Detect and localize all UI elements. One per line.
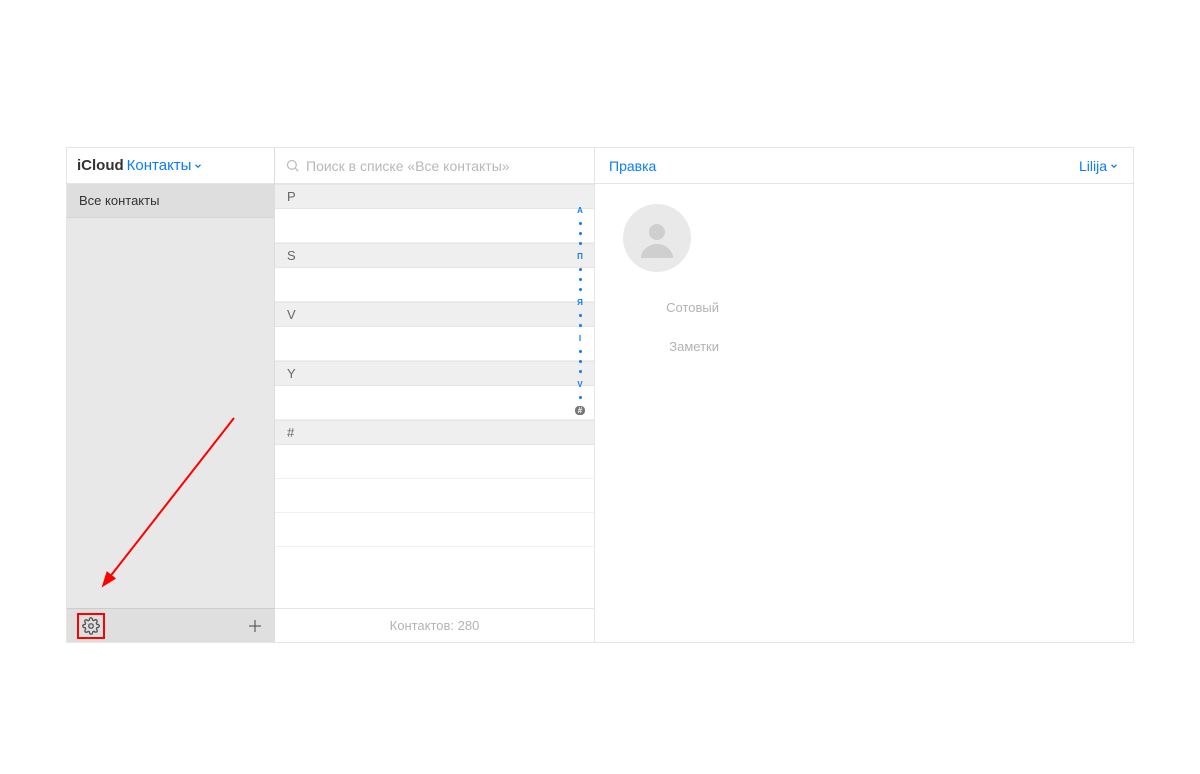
index-dot <box>579 278 582 281</box>
index-letter[interactable]: I <box>579 334 581 343</box>
person-icon <box>633 214 681 262</box>
group-item-all[interactable]: Все контакты <box>67 184 274 218</box>
plus-icon <box>246 617 264 635</box>
index-letter[interactable]: Я <box>577 298 583 307</box>
contacts-window: iCloud Контакты Все контакты <box>66 147 1134 643</box>
sidebar-header: iCloud Контакты <box>67 148 274 184</box>
list-item[interactable] <box>275 386 594 420</box>
field-label: Сотовый <box>623 300 719 315</box>
list-section-header: Y <box>275 361 594 386</box>
account-dropdown[interactable]: Lilija <box>1079 158 1119 174</box>
index-dot <box>579 360 582 363</box>
index-dot <box>579 314 582 317</box>
index-letter[interactable]: А <box>577 206 583 215</box>
detail-header: Правка Lilija <box>595 148 1133 184</box>
account-label: Lilija <box>1079 158 1107 174</box>
detail-pane: Правка Lilija Сотовый Заметки <box>595 148 1133 642</box>
index-dot <box>579 222 582 225</box>
alphabet-index[interactable]: А П Я I V # <box>571 206 589 602</box>
index-dot <box>579 396 582 399</box>
index-dot <box>579 288 582 291</box>
field-mobile: Сотовый <box>623 300 1105 315</box>
sidebar: iCloud Контакты Все контакты <box>67 148 275 642</box>
chevron-down-icon <box>1109 161 1119 171</box>
field-notes: Заметки <box>623 339 1105 354</box>
list-footer: Контактов: 280 <box>275 608 594 642</box>
list-item[interactable] <box>275 479 594 513</box>
section-label: Контакты <box>127 157 192 174</box>
edit-button[interactable]: Правка <box>609 158 656 174</box>
list-item[interactable] <box>275 445 594 479</box>
list-item[interactable] <box>275 513 594 547</box>
list-item[interactable] <box>275 209 594 243</box>
index-dot <box>579 324 582 327</box>
index-letter[interactable]: # <box>575 406 585 415</box>
list-item[interactable] <box>275 327 594 361</box>
index-dot <box>579 232 582 235</box>
brand-label: iCloud <box>77 157 124 174</box>
avatar[interactable] <box>623 204 691 272</box>
list-section-header: S <box>275 243 594 268</box>
settings-highlight <box>77 613 105 639</box>
avatar-row <box>623 204 1105 272</box>
list-section-header: P <box>275 184 594 209</box>
list-section-header: # <box>275 420 594 445</box>
index-dot <box>579 370 582 373</box>
list-item[interactable] <box>275 268 594 302</box>
search-icon <box>285 158 300 173</box>
index-dot <box>579 268 582 271</box>
contact-list-pane: P S V Y # А П <box>275 148 595 642</box>
add-contact-button[interactable] <box>246 617 264 635</box>
detail-body: Сотовый Заметки <box>595 184 1133 398</box>
contact-count: Контактов: 280 <box>390 618 480 633</box>
sidebar-footer <box>67 608 274 642</box>
list-section-header: V <box>275 302 594 327</box>
group-list: Все контакты <box>67 184 274 608</box>
gear-icon <box>82 617 100 635</box>
index-letter[interactable]: V <box>577 380 582 389</box>
index-dot <box>579 242 582 245</box>
contact-list[interactable]: P S V Y # <box>275 184 594 608</box>
index-dot <box>579 350 582 353</box>
section-dropdown[interactable]: Контакты <box>127 157 204 174</box>
search-bar <box>275 148 594 184</box>
search-input[interactable] <box>306 158 584 174</box>
chevron-down-icon <box>193 161 203 171</box>
settings-button[interactable] <box>82 617 100 635</box>
field-label: Заметки <box>623 339 719 354</box>
group-item-label: Все контакты <box>79 193 159 208</box>
index-letter[interactable]: П <box>577 252 583 261</box>
